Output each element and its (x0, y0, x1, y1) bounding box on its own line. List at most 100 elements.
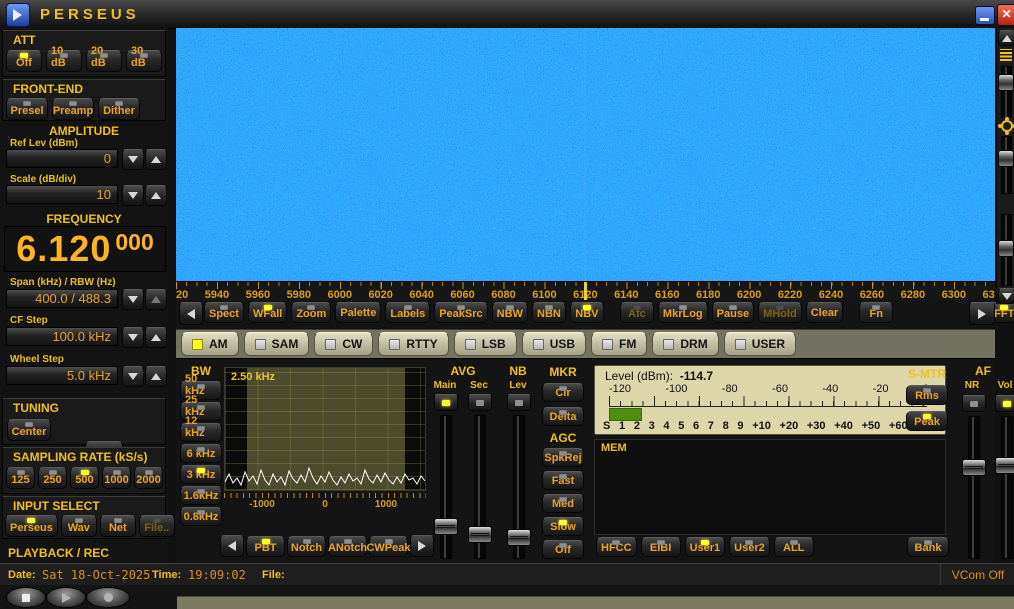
toolbar-button[interactable]: NBV (570, 302, 604, 323)
front-end-button[interactable]: Preamp (52, 98, 94, 120)
toolbar-button[interactable]: Labels (385, 302, 430, 323)
input-select-button[interactable]: Net (100, 515, 136, 537)
front-end-button[interactable]: Dither (98, 98, 140, 120)
bandwidth-button[interactable]: 6 kHz (180, 444, 222, 463)
play-button[interactable] (46, 587, 86, 608)
scale-value[interactable]: 10 (6, 185, 118, 204)
memory-bank-button[interactable]: Bank (907, 537, 949, 557)
bandwidth-button[interactable]: 0.8kHz (180, 507, 222, 526)
scale-up-button[interactable] (145, 185, 167, 206)
span-up-button[interactable] (145, 289, 167, 310)
memory-button[interactable]: User1 (685, 537, 726, 557)
demod-mode-button[interactable]: SAM (244, 332, 310, 356)
af-nr-toggle[interactable] (962, 395, 986, 412)
stop-button[interactable] (6, 587, 46, 608)
span-rbw-value[interactable]: 400.0 / 488.3 (6, 289, 118, 308)
nb-lev-slider-handle[interactable] (507, 529, 531, 546)
memory-button[interactable]: ALL (774, 537, 814, 557)
avg-main-toggle[interactable] (434, 394, 458, 411)
cf-step-up-button[interactable] (145, 327, 167, 348)
agc-button[interactable]: Slow (542, 517, 584, 536)
close-button[interactable]: ✕ (997, 4, 1014, 26)
agc-button[interactable]: SpkRej (542, 448, 584, 467)
ref-lev-up-button[interactable] (145, 149, 167, 170)
cf-step-value[interactable]: 100.0 kHz (6, 327, 118, 346)
toolbar-button[interactable]: PeakSrc (434, 302, 487, 323)
input-select-button[interactable]: File.. (139, 515, 175, 537)
waterfall-display[interactable] (176, 28, 995, 281)
toolbar-button[interactable]: Pause (712, 302, 754, 323)
avg-sec-toggle[interactable] (468, 394, 492, 411)
demod-mode-button[interactable]: RTTY (378, 332, 448, 356)
toolbar-button[interactable]: Zoom (291, 302, 331, 323)
pbt-scroll-left-button[interactable] (220, 535, 244, 557)
memory-button[interactable]: EIBI (641, 537, 681, 557)
toolbar-button[interactable]: NBW (492, 302, 528, 323)
toolbar-button[interactable]: Clear (806, 302, 844, 323)
af-vol-slider-handle[interactable] (995, 457, 1014, 474)
brightness-slider-handle[interactable] (998, 150, 1014, 167)
bandwidth-button[interactable]: 1.6kHz (180, 486, 222, 505)
minimize-button[interactable] (975, 6, 995, 25)
agc-button[interactable]: Off (542, 540, 584, 559)
demod-mode-button[interactable]: LSB (454, 332, 517, 356)
cf-step-down-button[interactable] (122, 327, 144, 348)
wheel-step-down-button[interactable] (122, 366, 144, 387)
att-button[interactable]: 30 dB (126, 50, 162, 72)
att-button[interactable]: 10 dB (46, 50, 82, 72)
af-vol-slider[interactable] (1001, 416, 1013, 559)
bandwidth-button[interactable]: 3 kHz (180, 465, 222, 484)
toolbar-scroll-left-button[interactable] (179, 302, 203, 325)
toolbar-button[interactable]: Afc (620, 302, 654, 323)
wheel-step-value[interactable]: 5.0 kHz (6, 366, 118, 385)
demod-mode-button[interactable]: USB (522, 332, 586, 356)
toolbar-scroll-right-button[interactable] (969, 302, 995, 325)
agc-button[interactable]: Fast (542, 471, 584, 490)
agc-button[interactable]: Med (542, 494, 584, 513)
passband-spectrum-display[interactable]: 2.50 kHz (224, 367, 426, 491)
af-nr-slider-handle[interactable] (962, 459, 986, 476)
memory-button[interactable]: User2 (729, 537, 770, 557)
palette-slider-handle[interactable] (998, 74, 1014, 91)
input-select-button[interactable]: Perseus (5, 515, 58, 537)
af-nr-slider[interactable] (968, 416, 980, 559)
ref-lev-value[interactable]: 0 (6, 149, 118, 168)
demod-mode-button[interactable]: USER (724, 332, 796, 356)
front-end-button[interactable]: Presel (6, 98, 48, 120)
sampling-rate-button[interactable]: 500 (70, 467, 99, 489)
att-button[interactable]: 20 dB (86, 50, 122, 72)
frequency-display[interactable]: 6.120 000 (4, 226, 166, 272)
smtr-button[interactable]: Peak (906, 411, 948, 431)
strip-scroll-down-button[interactable] (998, 288, 1014, 304)
demod-mode-button[interactable]: CW (314, 332, 373, 356)
pbt-scroll-right-button[interactable] (410, 535, 434, 557)
af-vol-toggle[interactable] (995, 395, 1014, 412)
file-progress-bar[interactable] (177, 596, 1014, 609)
bandwidth-button[interactable]: 12 kHz (180, 423, 222, 442)
input-select-button[interactable]: Wav (61, 515, 97, 537)
toolbar-button[interactable]: WFall (248, 302, 287, 323)
memory-list-panel[interactable]: MEM (594, 439, 946, 535)
mkr-button[interactable]: Delta (542, 407, 584, 426)
contrast-slider-handle[interactable] (998, 240, 1014, 257)
sampling-rate-button[interactable]: 2000 (134, 467, 163, 489)
mkr-button[interactable]: Clr (542, 383, 584, 402)
avg-sec-slider[interactable] (474, 415, 486, 559)
att-button[interactable]: Off (6, 50, 42, 72)
avg-main-slider-handle[interactable] (434, 518, 458, 535)
demod-mode-button[interactable]: AM (181, 332, 239, 356)
avg-main-slider[interactable] (440, 415, 452, 559)
ref-lev-down-button[interactable] (122, 149, 144, 170)
scale-down-button[interactable] (122, 185, 144, 206)
demod-mode-button[interactable]: FM (591, 332, 647, 356)
memory-button[interactable]: HFCC (596, 537, 637, 557)
toolbar-button[interactable]: MkrLog (658, 302, 708, 323)
smtr-button[interactable]: Rms (906, 385, 948, 405)
demod-mode-button[interactable]: DRM (652, 332, 718, 356)
nb-lev-slider[interactable] (513, 415, 525, 559)
toolbar-button[interactable]: Palette (335, 302, 381, 323)
nb-lev-toggle[interactable] (507, 394, 531, 411)
app-logo-icon[interactable] (6, 3, 30, 27)
sampling-rate-button[interactable]: 1000 (102, 467, 131, 489)
record-button[interactable] (86, 587, 130, 608)
